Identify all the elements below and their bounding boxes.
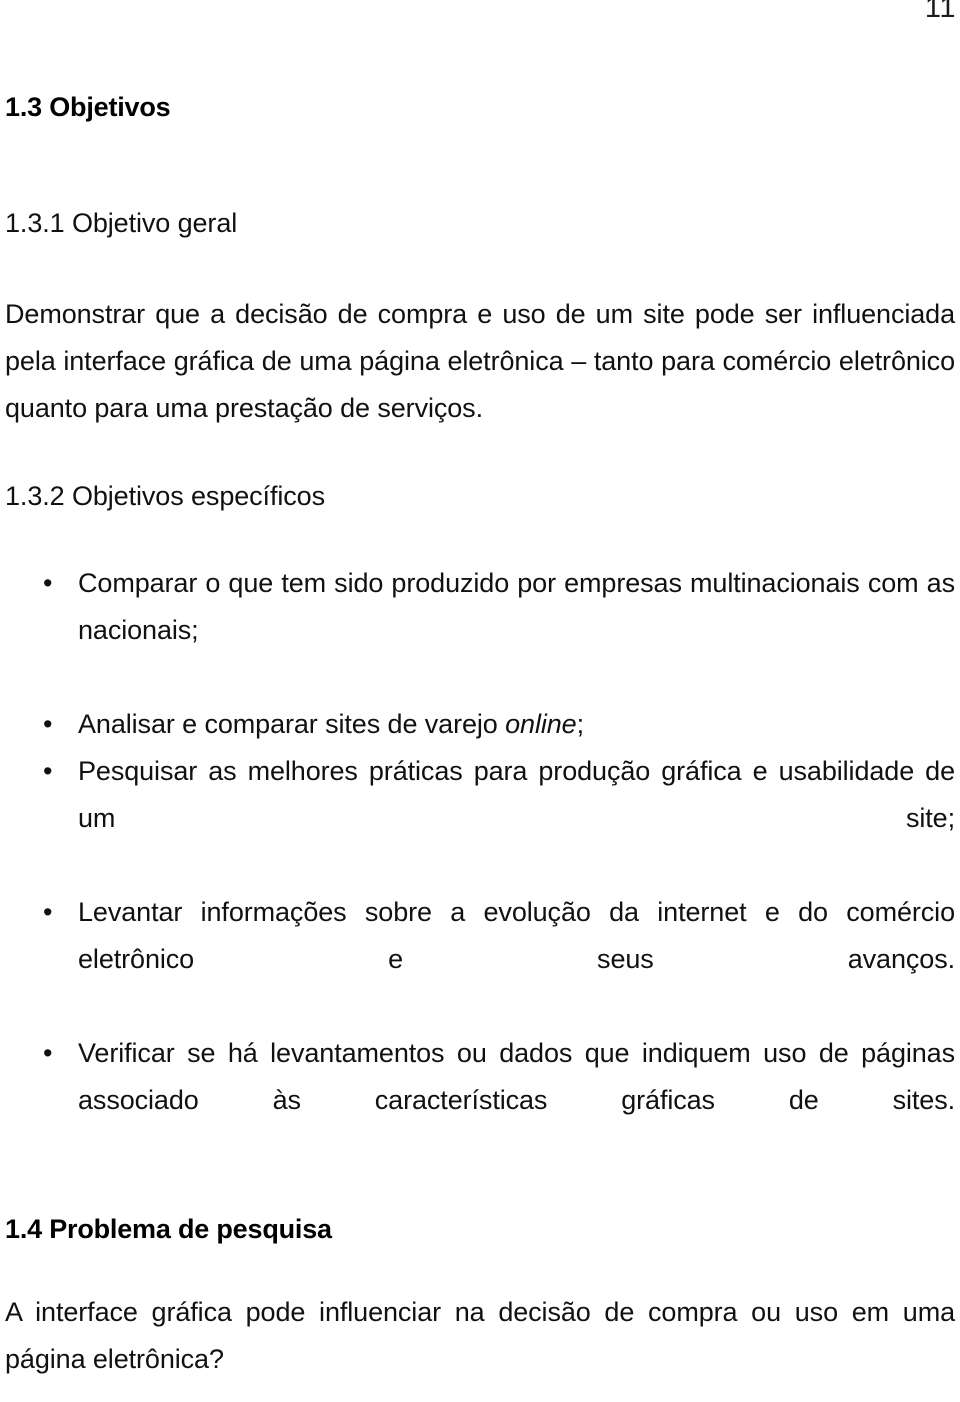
bullet-icon: •	[43, 1038, 53, 1069]
heading-objetivos: 1.3 Objetivos	[5, 92, 171, 122]
objetivos-especificos-list: • Comparar o que tem sido produzido por …	[5, 560, 955, 1171]
list-item-text-lead: Analisar e comparar sites de varejo	[78, 709, 506, 740]
spacer-after-objetivos	[5, 123, 955, 208]
list-item-text-tail: ;	[576, 709, 585, 740]
bullet-icon: •	[43, 756, 53, 787]
paragraph-problema-pesquisa: A interface gráfica pode influenciar na …	[5, 1297, 955, 1375]
list-item-text: Pesquisar as melhores práticas para prod…	[78, 756, 955, 834]
list-item: • Comparar o que tem sido produzido por …	[5, 560, 955, 701]
paragraph-objetivo-geral: Demonstrar que a decisão de compra e uso…	[5, 299, 955, 424]
list-item: • Pesquisar as melhores práticas para pr…	[5, 748, 955, 889]
spacer-before-especificos	[5, 432, 955, 481]
list-item-text: Comparar o que tem sido produzido por em…	[78, 568, 955, 646]
bullet-icon: •	[43, 897, 53, 928]
list-item-text-italic: online	[505, 709, 577, 740]
heading-problema-pesquisa: 1.4 Problema de pesquisa	[5, 1214, 332, 1245]
list-item-text: Levantar informações sobre a evolução da…	[78, 897, 955, 975]
spacer-before-bullets	[5, 512, 955, 560]
document-page: 11 1.3 Objetivos 1.3.1 Objetivo geral De…	[0, 0, 960, 1402]
heading-objetivo-geral: 1.3.1 Objetivo geral	[5, 208, 238, 239]
page-content: 1.3 Objetivos 1.3.1 Objetivo geral Demon…	[5, 0, 955, 1402]
list-item-text: Analisar e comparar sites de varejo onli…	[78, 709, 584, 739]
list-item: • Analisar e comparar sites de varejo on…	[5, 701, 955, 748]
list-item: • Levantar informações sobre a evolução …	[5, 889, 955, 1030]
spacer-before-problema	[5, 1171, 955, 1214]
spacer-before-hipoteses	[5, 1383, 955, 1402]
spacer-top	[5, 0, 955, 92]
bullet-icon: •	[43, 709, 53, 740]
spacer-after-problema-heading	[5, 1245, 955, 1289]
list-item-text: Verificar se há levantamentos ou dados q…	[78, 1038, 955, 1116]
list-item: • Verificar se há levantamentos ou dados…	[5, 1030, 955, 1171]
heading-objetivos-especificos: 1.3.2 Objetivos específicos	[5, 481, 325, 512]
bullet-icon: •	[43, 568, 53, 599]
spacer-after-objetivo-geral	[5, 239, 955, 291]
